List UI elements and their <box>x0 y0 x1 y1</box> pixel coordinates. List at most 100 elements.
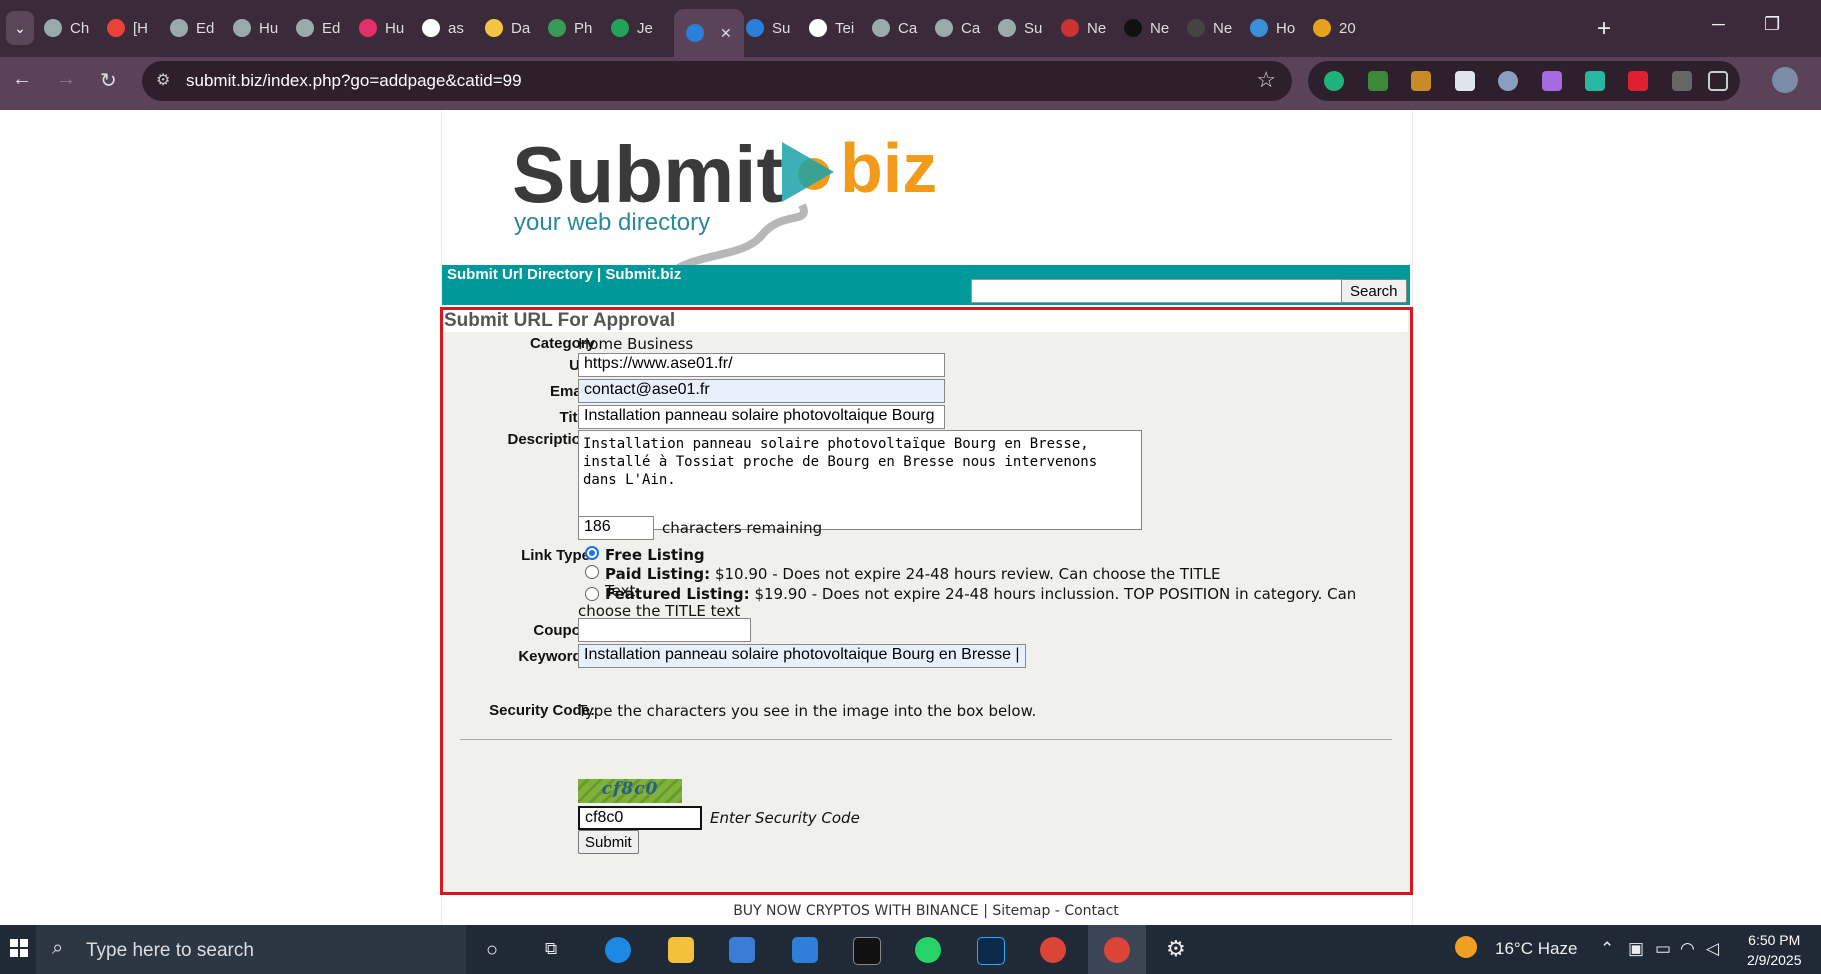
security-code-label: Security Code: <box>489 702 595 719</box>
free-listing-radio[interactable] <box>585 546 599 560</box>
extension-4-icon[interactable] <box>1455 71 1475 91</box>
browser-tab-15[interactable]: Ca <box>935 9 980 47</box>
tab-favicon-icon <box>44 19 62 37</box>
browser-tab-14[interactable]: Ca <box>872 9 917 47</box>
profile-avatar[interactable] <box>1772 67 1798 93</box>
tab-label: Ne <box>1150 19 1170 37</box>
browser-tab-20[interactable]: Ho <box>1250 9 1295 47</box>
extension-3-icon[interactable] <box>1411 71 1431 91</box>
sitemap-link[interactable]: Sitemap <box>992 903 1050 919</box>
whatsapp-icon[interactable] <box>915 937 941 963</box>
security-code-input[interactable]: cf8c0 <box>578 806 702 830</box>
extension-8-icon[interactable] <box>1628 71 1648 91</box>
browser-tab-11[interactable]: ✕ <box>674 9 744 57</box>
browser-tab-4[interactable]: Hu <box>233 9 278 47</box>
extension-9-icon[interactable] <box>1672 71 1692 91</box>
extension-1-icon[interactable] <box>1324 71 1344 91</box>
settings-gear-icon[interactable]: ⚙ <box>1166 936 1186 962</box>
wifi-icon[interactable]: ◠ <box>1680 939 1695 959</box>
tab-search-dropdown-icon[interactable]: ⌄ <box>6 11 34 45</box>
extensions-puzzle-icon[interactable] <box>1708 71 1728 91</box>
task-view-icon[interactable]: ⧉ <box>545 939 557 959</box>
title-input[interactable]: Installation panneau solaire photovoltai… <box>578 405 945 429</box>
site-nav-title[interactable]: Submit Url Directory | Submit.biz <box>447 266 681 283</box>
tab-favicon-icon <box>1124 19 1142 37</box>
capcut-icon[interactable] <box>853 937 881 965</box>
keywords-input[interactable]: Installation panneau solaire photovoltai… <box>578 644 1026 668</box>
browser-tab-9[interactable]: Ph <box>548 9 592 47</box>
browser-tab-1[interactable]: Ch <box>44 9 89 47</box>
extension-2-icon[interactable] <box>1368 71 1388 91</box>
browser-tab-8[interactable]: Da <box>485 9 530 47</box>
category-value: Home Business <box>578 335 694 353</box>
extension-6-icon[interactable] <box>1542 71 1562 91</box>
tray-chevron-icon[interactable]: ⌃ <box>1600 939 1614 959</box>
site-info-icon[interactable]: ⚙ <box>156 70 170 90</box>
browser-tab-6[interactable]: Hu <box>359 9 404 47</box>
photoshop-icon[interactable] <box>977 937 1005 965</box>
contact-link[interactable]: Contact <box>1064 903 1118 919</box>
binance-link[interactable]: BUY NOW CRYPTOS WITH BINANCE <box>733 903 979 919</box>
site-search-button[interactable]: Search <box>1341 279 1407 303</box>
browser-tab-19[interactable]: Ne <box>1187 9 1232 47</box>
windows-start-icon[interactable] <box>10 939 28 957</box>
browser-tab-18[interactable]: Ne <box>1124 9 1169 47</box>
tab-favicon-icon <box>935 19 953 37</box>
minimize-icon[interactable]: ─ <box>1712 14 1725 35</box>
restore-icon[interactable]: ❐ <box>1764 14 1780 35</box>
email-input[interactable]: contact@ase01.fr <box>578 379 945 403</box>
browser-tab-5[interactable]: Ed <box>296 9 340 47</box>
tab-close-icon[interactable]: ✕ <box>720 25 732 42</box>
browser-tab-10[interactable]: Je <box>611 9 653 47</box>
weather-icon[interactable] <box>1455 936 1477 958</box>
free-listing-option[interactable]: Free Listing <box>605 547 705 564</box>
submit-button[interactable]: Submit <box>578 830 639 854</box>
coupon-input[interactable] <box>578 618 751 642</box>
coupon-label: Coupon: <box>533 622 595 639</box>
tab-label: Je <box>637 19 653 37</box>
back-icon[interactable]: ← <box>12 68 32 91</box>
taskbar-search[interactable]: ⌕ Type here to search <box>36 925 466 974</box>
bookmark-star-icon[interactable]: ☆ <box>1256 67 1276 93</box>
url-input[interactable]: https://www.ase01.fr/ <box>578 353 945 377</box>
forward-icon[interactable]: → <box>56 68 76 91</box>
browser-tab-3[interactable]: Ed <box>170 9 214 47</box>
submit-form-panel: Submit URL For Approval Category Home Bu… <box>440 307 1413 895</box>
browser-tab-7[interactable]: as <box>422 9 464 47</box>
description-textarea[interactable]: Installation panneau solaire photovoltaï… <box>578 430 1142 530</box>
new-tab-icon[interactable]: + <box>1597 15 1611 43</box>
battery-icon[interactable]: ▭ <box>1655 939 1671 959</box>
tab-favicon-icon <box>746 19 764 37</box>
browser-tab-2[interactable]: [H <box>107 9 148 47</box>
system-clock[interactable]: 6:50 PM 2/9/2025 <box>1747 930 1802 970</box>
site-search-input[interactable] <box>971 279 1345 303</box>
browser-tab-13[interactable]: Tei <box>809 9 854 47</box>
volume-icon[interactable]: ◁ <box>1706 939 1719 959</box>
clock-date: 2/9/2025 <box>1747 952 1802 968</box>
browser-tab-21[interactable]: 20 <box>1313 9 1356 47</box>
browser-tab-12[interactable]: Su <box>746 9 790 47</box>
weather-text[interactable]: 16°C Haze <box>1495 939 1577 959</box>
tray-app-icon[interactable]: ▣ <box>1628 939 1644 959</box>
chrome-profile-icon[interactable] <box>1104 937 1130 963</box>
extension-shield-icon[interactable] <box>1498 71 1518 91</box>
reload-icon[interactable]: ↻ <box>100 68 117 93</box>
file-explorer-icon[interactable] <box>668 937 694 963</box>
edge-icon[interactable] <box>605 937 631 963</box>
submit-biz-logo[interactable]: Submit your web directory biz <box>512 130 1032 280</box>
extension-7-icon[interactable] <box>1585 71 1605 91</box>
browser-tab-17[interactable]: Ne <box>1061 9 1106 47</box>
featured-listing-option[interactable]: Featured Listing: $19.90 - Does not expi… <box>578 586 1378 620</box>
page-footer: BUY NOW CRYPTOS WITH BINANCE | Sitemap -… <box>442 903 1410 919</box>
search-icon: ⌕ <box>52 937 64 959</box>
email-label: Email: <box>549 383 595 400</box>
address-url[interactable]: submit.biz/index.php?go=addpage&catid=99 <box>186 71 522 91</box>
browser-tab-16[interactable]: Su <box>998 9 1042 47</box>
paid-listing-radio[interactable] <box>585 565 599 579</box>
store-icon[interactable] <box>729 937 755 963</box>
mail-icon[interactable] <box>792 937 818 963</box>
logo-arrow-icon <box>782 142 834 202</box>
address-bar[interactable]: ⚙ submit.biz/index.php?go=addpage&catid=… <box>142 61 1292 101</box>
cortana-icon[interactable]: ○ <box>486 939 498 962</box>
chrome-icon[interactable] <box>1040 937 1066 963</box>
